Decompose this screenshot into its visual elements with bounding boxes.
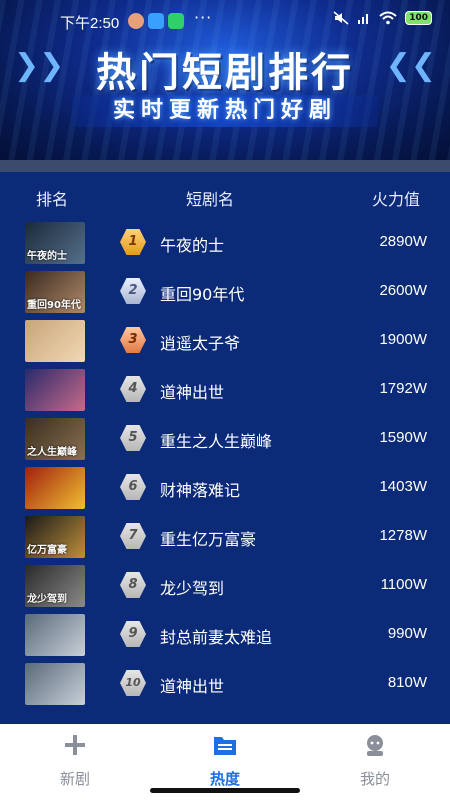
heat-value: 2890W	[379, 233, 427, 250]
heat-value: 1278W	[379, 527, 427, 544]
drama-name: 道神出世	[160, 677, 225, 696]
heat-value: 810W	[387, 674, 427, 691]
wifi-icon	[379, 11, 397, 25]
tab-hot-label: 热度	[209, 770, 240, 788]
ranking-row[interactable]: 亿万富豪 7 重生亿万富豪 1278W	[0, 514, 450, 560]
ranking-row[interactable]: 10 道神出世 810W	[0, 661, 450, 707]
drama-cover-image[interactable]	[25, 663, 85, 705]
drama-name: 财神落难记	[160, 481, 241, 500]
drama-name: 重回90年代	[160, 285, 245, 304]
drama-cover-image[interactable]: 之人生巅峰	[25, 418, 85, 460]
cover-caption: 亿万富豪	[27, 545, 67, 556]
heat-value: 1792W	[379, 380, 427, 397]
drama-name: 重生之人生巅峰	[160, 432, 273, 451]
drama-cover-image[interactable]	[25, 467, 85, 509]
section-divider	[0, 160, 450, 172]
drama-name: 午夜的士	[160, 236, 225, 255]
rank-badge: 1	[120, 229, 146, 255]
heat-value: 1590W	[379, 429, 427, 446]
tab-me[interactable]: 我的	[330, 734, 420, 789]
cover-caption: 之人生巅峰	[27, 447, 77, 458]
status-right: 100	[333, 11, 432, 25]
battery-icon: 100	[405, 11, 432, 25]
cover-caption: 龙少驾到	[27, 594, 67, 605]
status-bar: 下午2:50 ··· 100	[0, 0, 450, 40]
tab-new-label: 新剧	[59, 770, 90, 788]
table-header: 排名 短剧名 火力值	[0, 180, 450, 210]
heat-value: 990W	[387, 625, 427, 642]
heat-value: 2600W	[379, 282, 427, 299]
signal-icon	[358, 14, 369, 24]
drama-name: 道神出世	[160, 383, 225, 402]
status-time: 下午2:50	[60, 15, 120, 32]
ranking-row[interactable]: 午夜的士 1 午夜的士 2890W	[0, 220, 450, 266]
drama-cover-image[interactable]: 亿万富豪	[25, 516, 85, 558]
cover-caption: 重回90年代	[27, 300, 81, 311]
banner-title: 热门短剧排行	[96, 50, 354, 96]
drama-cover-image[interactable]: 重回90年代	[25, 271, 85, 313]
drama-cover-image[interactable]	[25, 320, 85, 362]
drama-name: 重生亿万富豪	[160, 530, 257, 549]
tab-me-label: 我的	[359, 770, 390, 788]
banner-subtitle: 实时更新热门好剧	[112, 98, 337, 123]
drama-cover-image[interactable]: 龙少驾到	[25, 565, 85, 607]
heat-value: 1403W	[379, 478, 427, 495]
ranking-row[interactable]: 9 封总前妻太难追 990W	[0, 612, 450, 658]
more-notifications-icon: ···	[194, 8, 213, 27]
plus-icon	[65, 735, 85, 755]
rank-badge: 2	[120, 278, 146, 304]
drama-name: 封总前妻太难追	[160, 628, 273, 647]
ranking-row[interactable]: 6 财神落难记 1403W	[0, 465, 450, 511]
ranking-row[interactable]: 龙少驾到 8 龙少驾到 1100W	[0, 563, 450, 609]
tab-new[interactable]: 新剧	[30, 734, 120, 789]
drama-name: 龙少驾到	[160, 579, 225, 598]
drama-cover-image[interactable]	[25, 614, 85, 656]
user-icon	[367, 735, 383, 756]
mute-icon	[333, 11, 349, 25]
heat-value: 1900W	[379, 331, 427, 348]
home-indicator	[150, 788, 300, 793]
rank-badge: 6	[120, 474, 146, 500]
ranking-row[interactable]: 3 逍遥太子爷 1900W	[0, 318, 450, 364]
rank-badge: 10	[120, 670, 146, 696]
rank-badge: 4	[120, 376, 146, 402]
chat-notification-icon	[148, 13, 164, 29]
heat-value: 1100W	[380, 576, 427, 593]
rank-badge: 7	[120, 523, 146, 549]
folder-icon	[214, 737, 236, 755]
ranking-row[interactable]: 之人生巅峰 5 重生之人生巅峰 1590W	[0, 416, 450, 462]
rank-badge: 3	[120, 327, 146, 353]
avatar-notification-icon	[128, 13, 144, 29]
drama-cover-image[interactable]: 午夜的士	[25, 222, 85, 264]
rank-badge: 5	[120, 425, 146, 451]
banner-subtitle-box: 实时更新热门好剧	[72, 95, 378, 127]
app-notification-icon	[168, 13, 184, 29]
tab-hot[interactable]: 热度	[180, 734, 270, 789]
ranking-row[interactable]: 重回90年代 2 重回90年代 2600W	[0, 269, 450, 315]
header-name: 短剧名	[186, 190, 235, 209]
header-heat: 火力值	[372, 190, 421, 209]
drama-cover-image[interactable]	[25, 369, 85, 411]
cover-caption: 午夜的士	[27, 251, 67, 262]
rank-badge: 8	[120, 572, 146, 598]
drama-name: 逍遥太子爷	[160, 334, 241, 353]
rank-badge: 9	[120, 621, 146, 647]
ranking-row[interactable]: 4 道神出世 1792W	[0, 367, 450, 413]
header-rank: 排名	[36, 190, 69, 209]
